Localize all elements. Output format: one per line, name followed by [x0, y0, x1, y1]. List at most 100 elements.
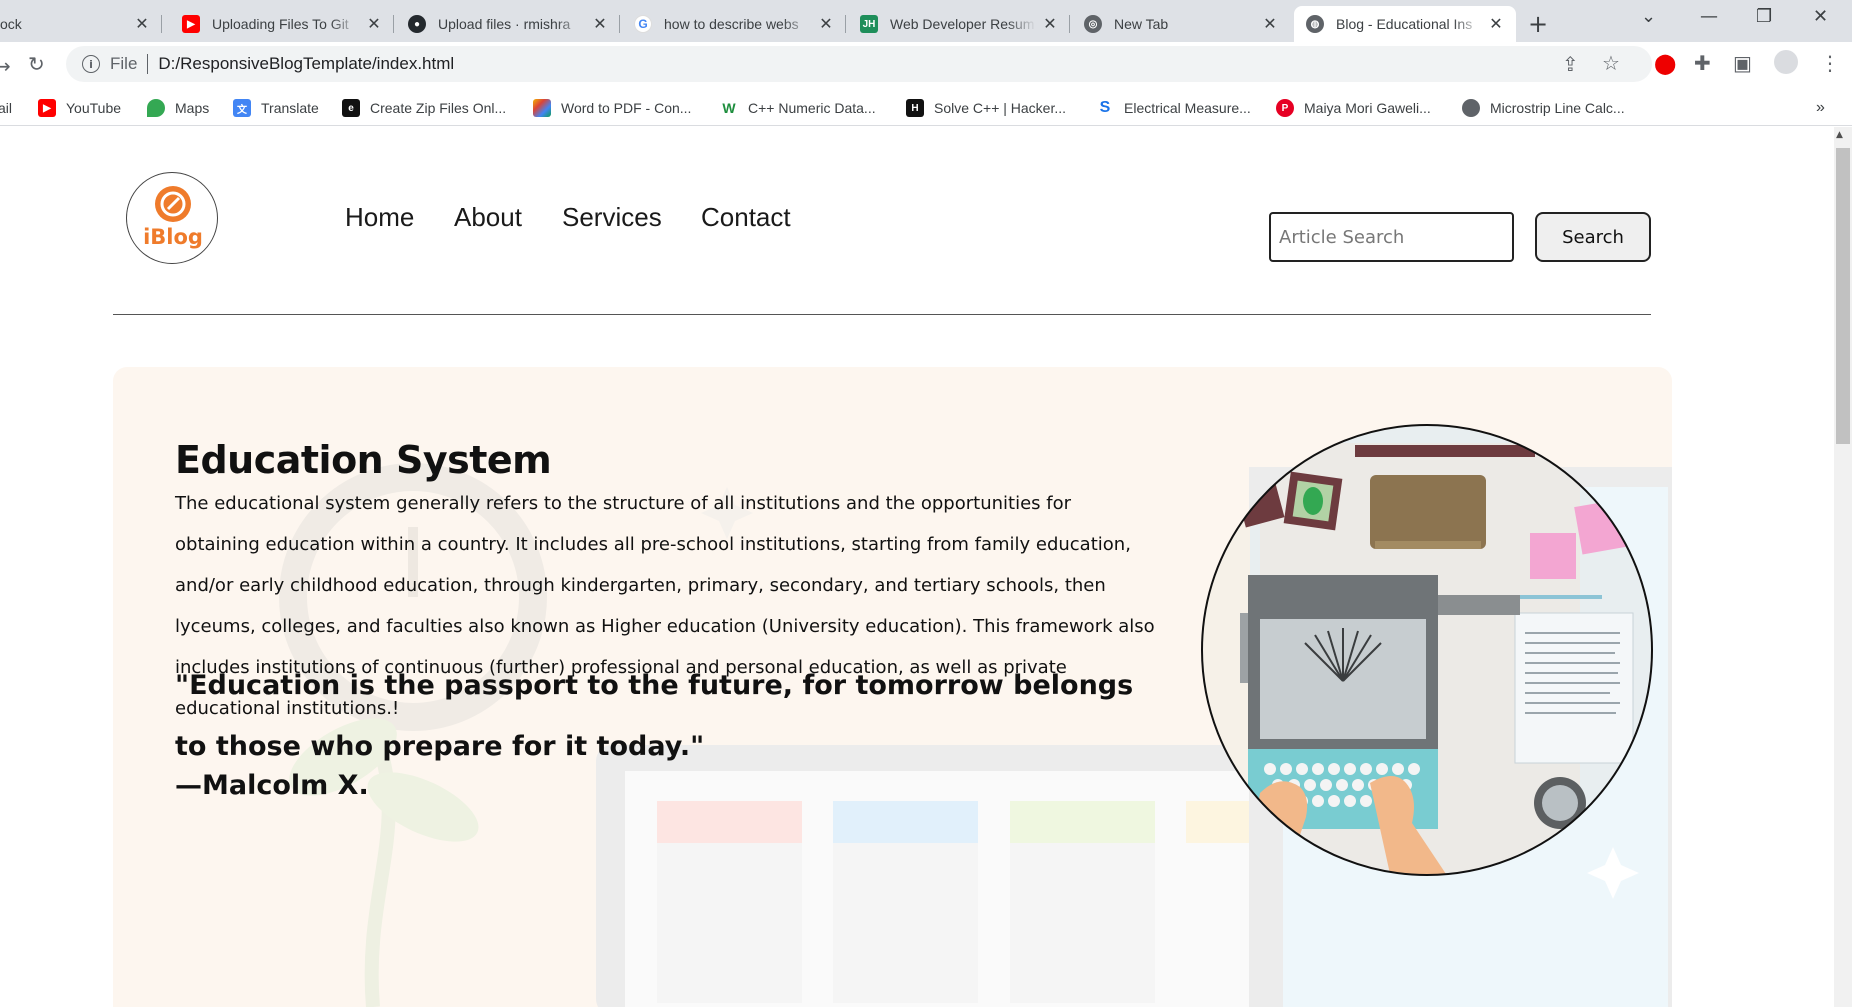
tab-title: ock — [0, 16, 22, 32]
github-icon: ● — [408, 15, 426, 33]
extensions-puzzle-icon[interactable]: ✚ — [1694, 51, 1711, 75]
article-search-input[interactable] — [1269, 212, 1514, 262]
globe-icon — [1462, 99, 1480, 117]
browser-tab[interactable]: ◎ New Tab ✕ — [1072, 6, 1290, 42]
ezyzip-icon: e — [342, 99, 360, 117]
bookmark-item[interactable]: P Maiya Mori Gaweli... — [1276, 96, 1431, 120]
bookmark-label: ail — [0, 100, 13, 116]
bookmark-item[interactable]: H Solve C++ | Hacker... — [906, 96, 1066, 120]
logo-edit-icon — [155, 186, 191, 222]
browser-tab[interactable]: ▶ Uploading Files To Git ✕ — [170, 6, 394, 42]
address-url[interactable]: D:/ResponsiveBlogTemplate/index.html — [158, 54, 454, 74]
bookmark-label: Create Zip Files Onl... — [370, 100, 507, 116]
w3schools-icon: W — [720, 99, 738, 117]
tab-title: Web Developer Resum — [890, 16, 1035, 32]
tab-title: New Tab — [1114, 16, 1169, 32]
share-icon[interactable]: ⇪ — [1562, 52, 1579, 76]
bookmark-label: Maiya Mori Gaweli... — [1304, 100, 1431, 116]
nav-contact[interactable]: Contact — [701, 202, 791, 233]
bookmark-label: YouTube — [66, 100, 122, 116]
bookmark-item[interactable]: ▶ YouTube — [38, 96, 121, 120]
browser-tab-bar: ock ✕ ▶ Uploading Files To Git ✕ ● Uploa… — [0, 0, 1852, 42]
bookmark-item[interactable]: Microstrip Line Calc... — [1462, 96, 1625, 120]
close-icon[interactable]: ✕ — [1262, 14, 1278, 34]
address-divider — [147, 54, 149, 74]
close-icon[interactable]: ✕ — [134, 14, 150, 34]
address-bar[interactable]: i File D:/ResponsiveBlogTemplate/index.h… — [66, 46, 1652, 82]
scrollbar-thumb[interactable] — [1836, 148, 1850, 444]
bookmark-label: Electrical Measure... — [1124, 100, 1251, 116]
browser-tab[interactable]: JH Web Developer Resum ✕ — [848, 6, 1070, 42]
typewriter-illustration — [1201, 424, 1653, 876]
hero-quote: "Education is the passport to the future… — [175, 670, 1134, 762]
bookmarks-bar: ail ▶ YouTube Maps 文 Translate e Create Zip… — [0, 90, 1852, 126]
nav-home[interactable]: Home — [345, 202, 414, 233]
tab-search-chevron-icon[interactable]: ⌄ — [1641, 6, 1656, 27]
close-icon[interactable]: ✕ — [818, 14, 834, 34]
site-logo[interactable]: iBlog — [126, 172, 218, 264]
browser-toolbar: → ↻ i File D:/ResponsiveBlogTemplate/ind… — [0, 42, 1852, 90]
close-icon[interactable]: ✕ — [1488, 14, 1504, 34]
minimize-icon[interactable]: — — [1700, 6, 1718, 27]
globe-icon: ◍ — [1306, 15, 1324, 33]
profile-avatar-icon[interactable] — [1774, 50, 1798, 74]
nav-about[interactable]: About — [454, 202, 522, 233]
youtube-icon: ▶ — [182, 15, 200, 33]
tab-title: how to describe webs — [664, 16, 799, 32]
bookmark-label: Maps — [175, 100, 210, 116]
bookmark-item[interactable]: S Electrical Measure... — [1096, 96, 1251, 120]
jh-icon: JH — [860, 15, 878, 33]
bookmark-item[interactable]: 文 Translate — [233, 96, 319, 120]
browser-tab[interactable]: ● Upload files · rmishra ✕ — [396, 6, 620, 42]
forward-arrow-icon[interactable]: → — [0, 54, 11, 78]
bookmark-item[interactable]: ail — [0, 96, 12, 120]
side-panel-icon[interactable]: ▣ — [1733, 51, 1752, 75]
word-to-pdf-icon — [533, 99, 551, 117]
search-button[interactable]: Search — [1535, 212, 1651, 262]
translate-icon: 文 — [233, 99, 251, 117]
tab-title: Uploading Files To Git — [212, 16, 349, 32]
bookmark-label: Word to PDF - Con... — [561, 100, 692, 116]
reload-icon[interactable]: ↻ — [28, 52, 45, 76]
bookmark-item[interactable]: Word to PDF - Con... — [533, 96, 691, 120]
bookmark-label: Microstrip Line Calc... — [1490, 100, 1625, 116]
maps-pin-icon — [147, 99, 165, 117]
opera-extension-icon[interactable]: ⬤ — [1654, 51, 1676, 75]
bookmark-item[interactable]: W C++ Numeric Data... — [720, 96, 876, 120]
close-icon[interactable]: ✕ — [366, 14, 382, 34]
nav-services[interactable]: Services — [562, 202, 662, 233]
restore-icon[interactable]: ❐ — [1756, 6, 1772, 27]
close-icon[interactable]: ✕ — [592, 14, 608, 34]
s-logo-icon: S — [1096, 99, 1114, 117]
bookmark-label: C++ Numeric Data... — [748, 100, 876, 116]
bookmark-label: Translate — [261, 100, 319, 116]
quote-author: —Malcolm X. — [175, 770, 369, 801]
browser-tab[interactable]: ock ✕ — [0, 6, 162, 42]
bookmark-label: Solve C++ | Hacker... — [934, 100, 1067, 116]
window-close-icon[interactable]: ✕ — [1813, 6, 1828, 27]
logo-text: iBlog — [143, 225, 203, 249]
kebab-menu-icon[interactable]: ⋮ — [1820, 51, 1840, 75]
pinterest-icon: P — [1276, 99, 1294, 117]
page-viewport: iBlog Home About Services Contact Search — [0, 127, 1834, 1007]
info-icon[interactable]: i — [82, 55, 100, 73]
bookmark-star-icon[interactable]: ☆ — [1602, 51, 1620, 75]
youtube-icon: ▶ — [38, 99, 56, 117]
header-divider — [113, 314, 1651, 315]
new-tab-plus-icon[interactable]: + — [1528, 10, 1548, 38]
bookmark-item[interactable]: e Create Zip Files Onl... — [342, 96, 506, 120]
hackerrank-icon: H — [906, 99, 924, 117]
tab-title: Blog - Educational Ins — [1336, 16, 1473, 32]
browser-tab-active[interactable]: ◍ Blog - Educational Ins ✕ — [1294, 6, 1516, 42]
chrome-icon: ◎ — [1084, 15, 1102, 33]
tab-title: Upload files · rmishra — [438, 16, 571, 32]
bookmarks-overflow-icon[interactable]: » — [1816, 96, 1825, 120]
bookmark-item[interactable]: Maps — [147, 96, 209, 120]
close-icon[interactable]: ✕ — [1042, 14, 1058, 34]
scroll-up-arrow-icon[interactable]: ▲ — [1836, 130, 1843, 140]
browser-tab[interactable]: G how to describe webs ✕ — [622, 6, 846, 42]
scheme-label: File — [110, 54, 138, 73]
google-icon: G — [634, 15, 652, 33]
hero-title: Education System — [175, 438, 552, 482]
hero-section: Education System The educational system … — [113, 367, 1672, 1007]
